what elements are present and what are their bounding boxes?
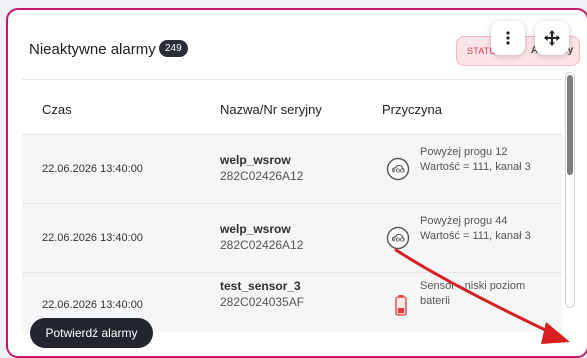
device-name: test_sensor_3 (220, 279, 301, 293)
alarm-time: 22.06.2026 13:40:00 (42, 232, 143, 244)
alarm-reason: Powyżej progu 12 Wartość = 111, kanał 3 (420, 146, 531, 173)
more-options-button[interactable] (491, 21, 525, 55)
device-serial: 282C02426A12 (220, 169, 304, 183)
inactive-alarms-widget: Nieaktywne alarmy 249 STATUS Aktywny Cza… (6, 8, 587, 358)
column-header-time: Czas (42, 101, 72, 117)
table-row[interactable]: 22.06.2026 13:40:00 welp_wsrow 282C02426… (22, 134, 562, 203)
device-cell: welp_wsrow 282C02426A12 (220, 222, 303, 254)
alarm-count-badge: 249 (159, 40, 188, 57)
svg-text:VOC: VOC (392, 169, 404, 175)
move-icon (544, 30, 560, 46)
battery-low-icon (395, 295, 407, 316)
confirm-alarms-button[interactable]: Potwierdź alarmy (30, 318, 153, 348)
column-header-name: Nazwa/Nr seryjny (220, 101, 322, 117)
voc-icon: VOC (386, 157, 410, 181)
alarm-time: 22.06.2026 13:40:00 (42, 299, 143, 311)
more-vertical-icon (506, 31, 510, 45)
alarm-reason: Sensor - niski poziom baterii (420, 280, 526, 307)
table-scrollbar[interactable] (565, 72, 575, 308)
widget-title: Nieaktywne alarmy (29, 41, 156, 58)
table-row[interactable]: 22.06.2026 13:40:00 welp_wsrow 282C02426… (22, 203, 562, 272)
voc-icon: VOC (386, 226, 410, 250)
alarms-table: Czas Nazwa/Nr seryjny Przyczyna 22.06.20… (22, 84, 562, 332)
svg-text:VOC: VOC (392, 238, 404, 244)
device-cell: test_sensor_3 282C024035AF (220, 279, 304, 311)
alarm-time: 22.06.2026 13:40:00 (42, 163, 143, 175)
device-serial: 282C02426A12 (220, 238, 304, 252)
scrollbar-thumb[interactable] (567, 75, 573, 175)
device-name: welp_wsrow (220, 222, 291, 236)
header-divider (22, 79, 562, 80)
device-serial: 282C024035AF (220, 295, 305, 309)
alarm-reason: Powyżej progu 44 Wartość = 111, kanał 3 (420, 215, 531, 242)
device-cell: welp_wsrow 282C02426A12 (220, 153, 303, 185)
device-name: welp_wsrow (220, 153, 291, 167)
move-widget-button[interactable] (535, 21, 569, 55)
table-header: Czas Nazwa/Nr seryjny Przyczyna (22, 84, 562, 134)
column-header-reason: Przyczyna (382, 101, 442, 117)
